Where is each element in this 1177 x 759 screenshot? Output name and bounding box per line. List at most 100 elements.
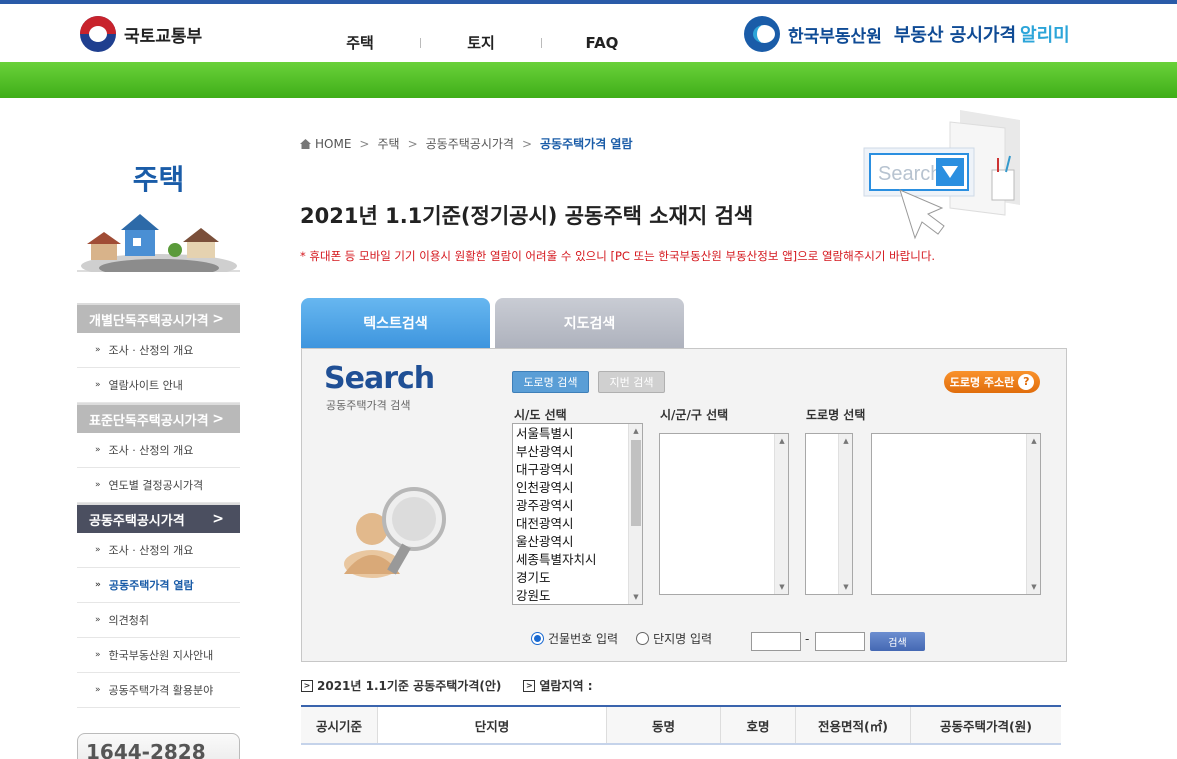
bullet-icon: » bbox=[95, 685, 101, 695]
building-number-sub-input[interactable] bbox=[815, 632, 865, 651]
breadcrumb-home[interactable]: HOME bbox=[315, 137, 351, 151]
lot-number-search-button[interactable]: 지번 검색 bbox=[598, 371, 665, 393]
sidebar-item[interactable]: » 조사 · 산정의 개요 bbox=[77, 533, 240, 568]
scroll-up-icon[interactable]: ▲ bbox=[775, 434, 789, 448]
road-name-search-button[interactable]: 도로명 검색 bbox=[512, 371, 589, 393]
sidebar-item-label: 조사 · 산정의 개요 bbox=[108, 544, 194, 557]
breadcrumb-item[interactable]: 주택 bbox=[377, 135, 399, 152]
sido-listbox[interactable]: 서울특별시 부산광역시 대구광역시 인천광역시 광주광역시 대전광역시 울산광역… bbox=[512, 423, 643, 605]
sido-option[interactable]: 대전광역시 bbox=[516, 515, 639, 533]
basis-label: 2021년 1.1기준 공동주택가격(안) bbox=[317, 679, 502, 693]
sidebar-item[interactable]: » 한국부동산원 지사안내 bbox=[77, 638, 240, 673]
sigungu-scrollbar[interactable]: ▲ ▼ bbox=[774, 434, 788, 594]
radio-building-number-label: 건물번호 입력 bbox=[548, 632, 619, 646]
nav-land[interactable]: 토지 bbox=[421, 32, 541, 53]
result-info: > 2021년 1.1기준 공동주택가격(안) > 열람지역 : bbox=[301, 677, 593, 694]
building-number-main-input[interactable] bbox=[751, 632, 801, 651]
scroll-down-icon[interactable]: ▼ bbox=[775, 580, 789, 594]
sigungu-listbox[interactable]: ▲ ▼ bbox=[659, 433, 789, 595]
mobile-notice: * 휴대폰 등 모바일 기기 이용시 원활한 열람이 어려울 수 있으니 [PC… bbox=[300, 249, 936, 263]
tab-text-search[interactable]: 텍스트검색 bbox=[301, 298, 490, 348]
sidebar-item[interactable]: » 연도별 결정공시가격 bbox=[77, 468, 240, 503]
search-button[interactable]: 검색 bbox=[870, 632, 925, 651]
help-icon: ? bbox=[1018, 374, 1035, 390]
scroll-up-icon[interactable]: ▲ bbox=[839, 434, 853, 448]
sido-option[interactable]: 서울특별시 bbox=[516, 425, 639, 443]
sido-option[interactable]: 부산광역시 bbox=[516, 443, 639, 461]
sidebar-item[interactable]: » 조사 · 산정의 개요 bbox=[77, 433, 240, 468]
sido-option[interactable]: 인천광역시 bbox=[516, 479, 639, 497]
tab-map-search[interactable]: 지도검색 bbox=[495, 298, 684, 348]
chevron-right-icon: > bbox=[212, 411, 224, 427]
scroll-up-icon[interactable]: ▲ bbox=[1027, 434, 1041, 448]
scroll-down-icon[interactable]: ▼ bbox=[1027, 580, 1041, 594]
sidebar-menu: 개별단독주택공시가격 > » 조사 · 산정의 개요 » 열람사이트 안내 표준단독… bbox=[77, 303, 240, 708]
breadcrumb-item[interactable]: 공동주택공시가격 bbox=[426, 135, 514, 152]
person-magnifier-illustration bbox=[332, 474, 472, 584]
sido-option[interactable]: 경기도 bbox=[516, 569, 639, 587]
search-panel: Search 공동주택가격 검색 도로명 검색 지번 검색 도로명 주소란 ? … bbox=[301, 348, 1067, 662]
scroll-thumb[interactable] bbox=[631, 440, 641, 526]
scroll-down-icon[interactable]: ▼ bbox=[839, 580, 853, 594]
radio-complex-name-label: 단지명 입력 bbox=[653, 632, 713, 646]
sidebar-title: 주택 bbox=[132, 163, 185, 196]
sigungu-label: 시/군/구 선택 bbox=[660, 408, 729, 422]
scroll-up-icon[interactable]: ▲ bbox=[629, 424, 642, 438]
table-header-cell: 전용면적(㎡) bbox=[796, 707, 911, 743]
sidebar-item-label: 열람사이트 안내 bbox=[108, 379, 183, 392]
sido-option[interactable]: 강원도 bbox=[516, 587, 639, 604]
sidebar-group-individual-house[interactable]: 개별단독주택공시가격 > bbox=[77, 303, 240, 333]
area-label: 열람지역 : bbox=[539, 679, 593, 693]
radio-complex-name[interactable] bbox=[636, 632, 650, 645]
table-header-cell: 공시기준 bbox=[301, 707, 378, 743]
road-name-listbox[interactable]: ▲ ▼ bbox=[871, 433, 1041, 595]
sidebar-item-label: 공동주택가격 열람 bbox=[108, 579, 194, 592]
table-header-cell: 동명 bbox=[607, 707, 721, 743]
sidebar-item[interactable]: » 열람사이트 안내 bbox=[77, 368, 240, 403]
nav-faq[interactable]: FAQ bbox=[542, 34, 662, 52]
scroll-down-icon[interactable]: ▼ bbox=[629, 590, 642, 604]
road-initial-scrollbar[interactable]: ▲ ▼ bbox=[838, 434, 852, 594]
road-address-guide-button[interactable]: 도로명 주소란 ? bbox=[944, 371, 1040, 393]
nav-housing[interactable]: 주택 bbox=[300, 32, 420, 53]
chevron-right-icon: > bbox=[521, 136, 533, 151]
sido-option[interactable]: 울산광역시 bbox=[516, 533, 639, 551]
home-icon bbox=[300, 138, 311, 149]
phone-number: 1644-2828 bbox=[86, 740, 206, 759]
bullet-icon: » bbox=[95, 380, 101, 390]
search-illustration: Search bbox=[820, 110, 1070, 240]
sidebar-item-label: 의견청취 bbox=[108, 614, 149, 627]
sidebar-item[interactable]: » 공동주택가격 활용분야 bbox=[77, 673, 240, 708]
agency-name: 한국부동산원 bbox=[788, 26, 882, 47]
sido-scrollbar[interactable]: ▲ ▼ bbox=[628, 424, 642, 604]
houses-illustration bbox=[77, 210, 240, 278]
global-nav: 주택 토지 FAQ bbox=[300, 32, 662, 53]
sido-option[interactable]: 대구광역시 bbox=[516, 461, 639, 479]
sidebar-item[interactable]: » 조사 · 산정의 개요 bbox=[77, 333, 240, 368]
sidebar-group-standard-house[interactable]: 표준단독주택공시가격 > bbox=[77, 403, 240, 433]
sido-option[interactable]: 광주광역시 bbox=[516, 497, 639, 515]
bullet-icon: » bbox=[95, 545, 101, 555]
sidebar-item-label: 한국부동산원 지사안내 bbox=[108, 649, 214, 662]
search-panel-title: Search bbox=[324, 361, 435, 396]
chevron-box-icon: > bbox=[301, 679, 313, 692]
sidebar-item[interactable]: » 의견청취 bbox=[77, 603, 240, 638]
sidebar-item-selected[interactable]: » 공동주택가격 열람 bbox=[77, 568, 240, 603]
bullet-icon: » bbox=[95, 580, 101, 590]
agency-emblem-icon bbox=[744, 16, 780, 52]
sidebar-group-apartment[interactable]: 공동주택공시가격 > bbox=[77, 503, 240, 533]
road-name-scrollbar[interactable]: ▲ ▼ bbox=[1026, 434, 1040, 594]
service-name: 부동산 공시가격 bbox=[893, 25, 1017, 46]
ministry-emblem-icon bbox=[80, 16, 116, 52]
road-initial-listbox[interactable]: ▲ ▼ bbox=[805, 433, 853, 595]
ministry-name: 국토교통부 bbox=[124, 26, 203, 47]
breadcrumb: HOME > 주택 > 공동주택공시가격 > 공동주택가격 열람 bbox=[300, 135, 633, 152]
chevron-box-icon: > bbox=[523, 679, 536, 692]
table-header-cell: 호명 bbox=[721, 707, 796, 743]
number-dash: - bbox=[805, 632, 810, 646]
sido-option[interactable]: 세종특별자치시 bbox=[516, 551, 639, 569]
ministry-logo[interactable]: 국토교통부 bbox=[80, 16, 202, 52]
table-header-cell: 공동주택가격(원) bbox=[940, 718, 1032, 734]
radio-building-number[interactable] bbox=[531, 632, 544, 645]
agency-logo[interactable]: 한국부동산원 부동산 공시가격 알리미 bbox=[744, 16, 1070, 52]
